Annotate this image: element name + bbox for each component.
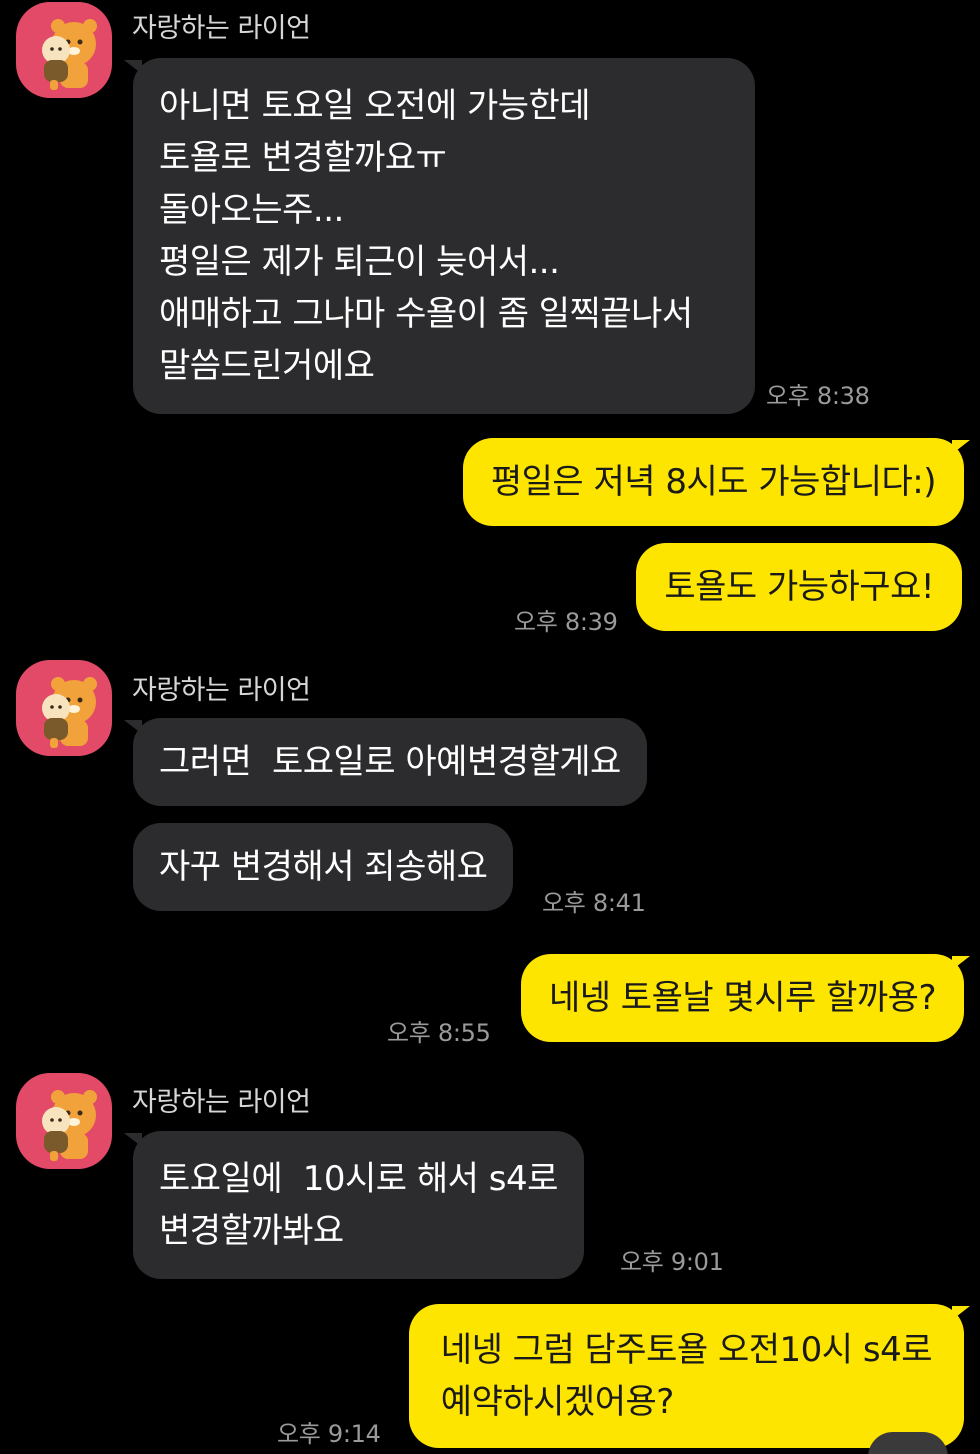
ryan-avatar-icon[interactable] [16, 2, 112, 98]
message-bubble[interactable]: 네넹 토욜날 몇시루 할까용? [520, 954, 964, 1042]
message-time: 오후 9:14 [277, 1420, 381, 1448]
scroll-down-button[interactable] [868, 1432, 948, 1454]
message-bubble[interactable]: 네넹 그럼 담주토욜 오전10시 s4로 예약하시겠어용? [408, 1304, 964, 1448]
message-time: 오후 9:01 [620, 1248, 724, 1276]
message-bubble[interactable]: 그러면 토요일로 아예변경할게요 [133, 718, 647, 806]
message-time: 오후 8:41 [542, 889, 646, 917]
sender-name: 자랑하는 라이언 [132, 675, 311, 706]
message-time: 오후 8:39 [514, 608, 618, 636]
message-bubble[interactable]: 평일은 저녁 8시도 가능합니다:) [462, 438, 964, 526]
ryan-avatar-icon[interactable] [16, 1073, 112, 1169]
ryan-avatar-icon[interactable] [16, 660, 112, 756]
message-bubble[interactable]: 아니면 토요일 오전에 가능한데 토욜로 변경할까요ㅠ 돌아오는주... 평일은… [133, 58, 755, 414]
chat-screen: 자랑하는 라이언 아니면 토요일 오전에 가능한데 토욜로 변경할까요ㅠ 돌아오… [0, 0, 980, 1454]
message-bubble[interactable]: 토욜도 가능하구요! [636, 543, 962, 631]
message-bubble[interactable]: 자꾸 변경해서 죄송해요 [133, 823, 514, 911]
message-time: 오후 8:55 [387, 1019, 491, 1047]
message-time: 오후 8:38 [766, 382, 870, 410]
sender-name: 자랑하는 라이언 [132, 13, 311, 44]
sender-name: 자랑하는 라이언 [132, 1087, 311, 1118]
message-bubble[interactable]: 토요일에 10시로 해서 s4로 변경할까봐요 [133, 1131, 584, 1279]
